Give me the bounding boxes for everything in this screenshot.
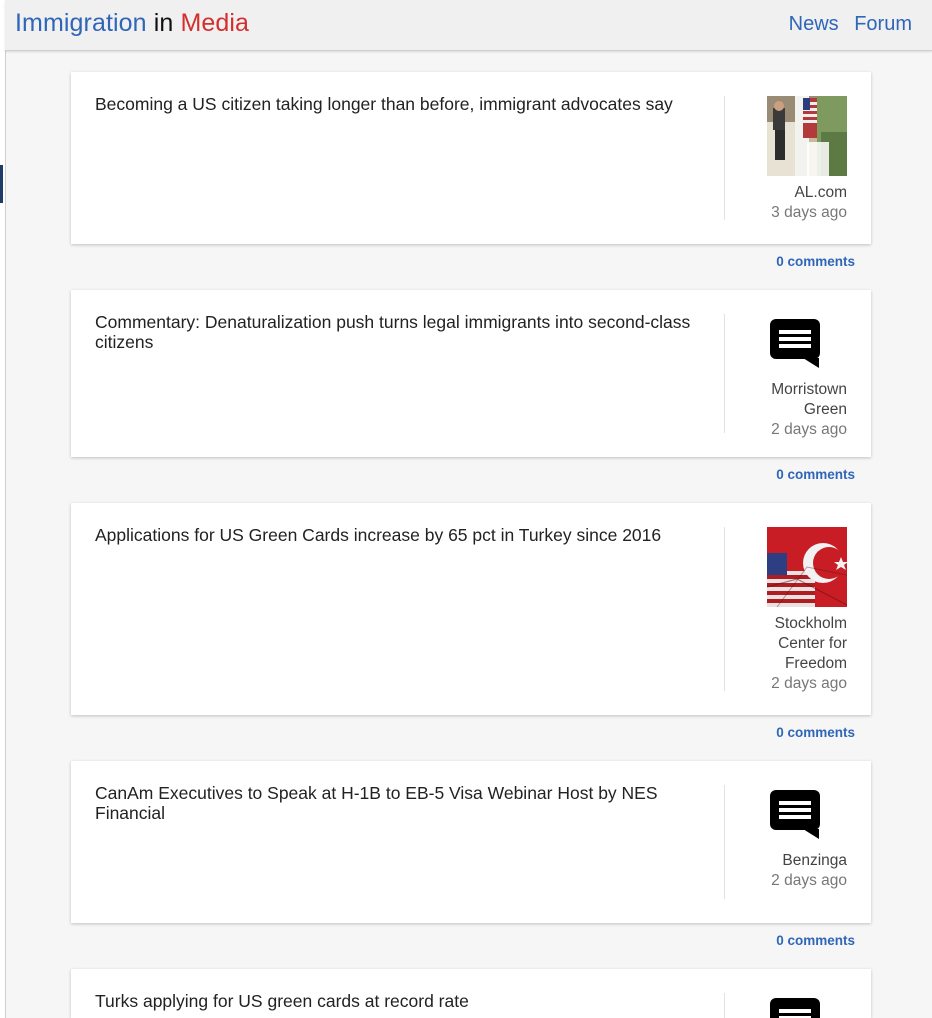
article-meta: AL.com 3 days ago — [737, 96, 847, 223]
article-date: 3 days ago — [771, 204, 847, 221]
article-card: Applications for US Green Cards increase… — [71, 503, 871, 715]
comments-link[interactable]: 0 comments — [776, 725, 855, 740]
article-card: Becoming a US citizen taking longer than… — [71, 72, 871, 244]
article-meta: Morristown Green 2 days ago — [737, 318, 847, 440]
card-divider — [724, 785, 725, 899]
comments-link[interactable]: 0 comments — [776, 467, 855, 482]
card-divider — [724, 993, 725, 1018]
article-title-link[interactable]: Turks applying for US green cards at rec… — [95, 991, 700, 1011]
comments-link[interactable]: 0 comments — [776, 933, 855, 948]
article-source: Benzinga — [782, 852, 847, 869]
article-source: Morristown Green — [771, 381, 847, 418]
nav-forum-link[interactable]: Forum — [854, 13, 912, 35]
article-thumbnail[interactable] — [767, 96, 847, 176]
logo-word-media: Media — [180, 9, 250, 37]
card-divider — [724, 314, 725, 433]
article-source: AL.com — [794, 184, 847, 201]
site-logo[interactable]: Immigration in Media — [15, 9, 249, 38]
article-title-link[interactable]: CanAm Executives to Speak at H-1B to EB-… — [95, 783, 700, 823]
nav-news-link[interactable]: News — [789, 13, 839, 35]
logo-word-immigration: Immigration — [15, 9, 147, 37]
chat-icon — [770, 319, 820, 368]
article-date: 2 days ago — [771, 675, 847, 692]
article-card: CanAm Executives to Speak at H-1B to EB-… — [71, 761, 871, 923]
article-source: Stockholm Center for Freedom — [774, 615, 847, 672]
article-title-link[interactable]: Applications for US Green Cards increase… — [95, 525, 700, 545]
article-meta: Stockholm Center for Freedom 2 days ago — [737, 527, 847, 694]
article-meta — [737, 997, 847, 1018]
top-bar: Immigration in Media News Forum — [5, 0, 932, 51]
article-date: 2 days ago — [771, 421, 847, 438]
window-edge-mark — [0, 165, 3, 203]
main-nav: News Forum — [779, 13, 912, 36]
article-thumbnail[interactable] — [767, 527, 847, 607]
card-divider — [724, 96, 725, 220]
article-date: 2 days ago — [771, 872, 847, 889]
article-title-link[interactable]: Commentary: Denaturalization push turns … — [95, 312, 700, 352]
article-meta: Benzinga 2 days ago — [737, 789, 847, 891]
article-title-link[interactable]: Becoming a US citizen taking longer than… — [95, 94, 700, 114]
article-card: Commentary: Denaturalization push turns … — [71, 290, 871, 457]
chat-icon — [770, 790, 820, 839]
window-edge — [0, 0, 6, 1018]
chat-icon — [770, 998, 820, 1018]
article-card: Turks applying for US green cards at rec… — [71, 969, 871, 1018]
logo-word-in: in — [153, 9, 174, 37]
comments-link[interactable]: 0 comments — [776, 254, 855, 269]
card-divider — [724, 527, 725, 691]
